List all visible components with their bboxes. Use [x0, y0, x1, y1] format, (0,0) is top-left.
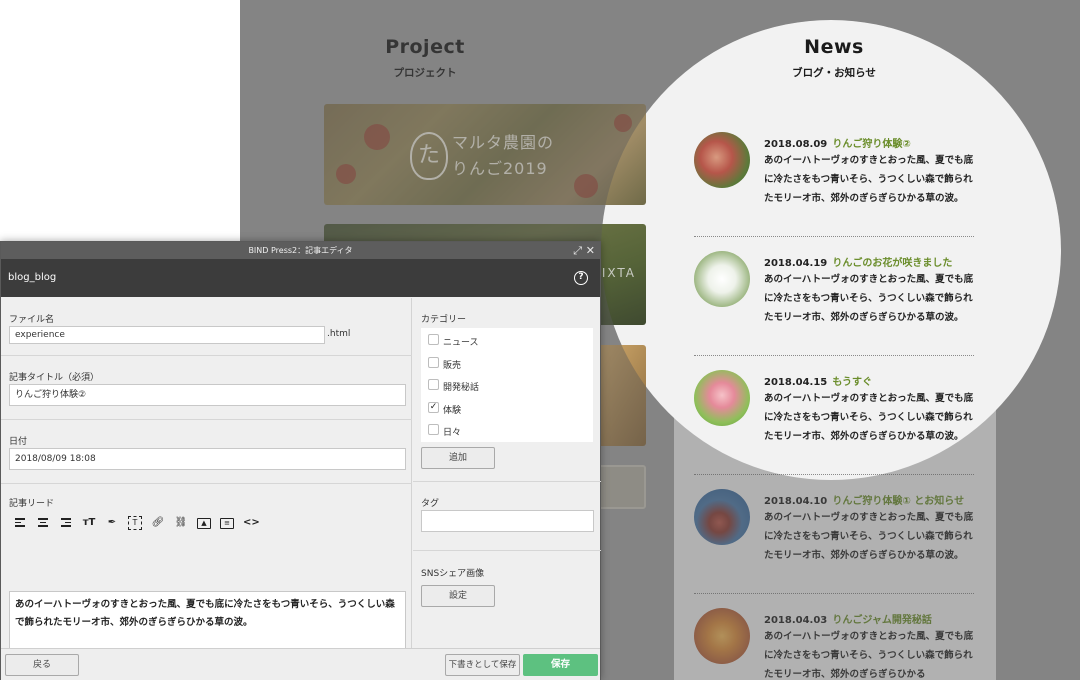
- editor-side-pane: カテゴリー ニュース 販売 開発秘話 ✓ 体験 日々 追加 タグ SNSシェア画像…: [413, 298, 601, 648]
- back-button[interactable]: 戻る: [5, 654, 79, 676]
- file-extension: .html: [327, 329, 351, 339]
- unlink-icon[interactable]: ⛓︎: [174, 516, 188, 530]
- news-title: News: [804, 36, 864, 58]
- file-name-section: ファイル名 experience .html: [1, 298, 412, 356]
- project-title: Project: [385, 36, 465, 58]
- title-input[interactable]: りんご狩り体験②: [9, 384, 406, 406]
- window-titlebar[interactable]: BIND Press2：記事エディタ ⤢ ✕: [1, 242, 600, 259]
- project-subtitle: プロジェクト: [393, 67, 457, 79]
- title-section: 記事タイトル（必須） りんご狩り体験②: [1, 356, 412, 420]
- section-divider: [413, 550, 601, 551]
- add-category-button[interactable]: 追加: [421, 447, 495, 469]
- category-item[interactable]: 開発秘話: [428, 379, 479, 393]
- news-thumb-buds: [694, 370, 750, 426]
- project-heading: Project プロジェクト: [305, 36, 545, 80]
- project-card-logo-text: マルタ農園の りんご2019: [452, 133, 555, 178]
- news-link[interactable]: りんご狩り体験②: [832, 139, 910, 150]
- article-editor-dialog: BIND Press2：記事エディタ ⤢ ✕ blog_blog ? ファイル名…: [0, 241, 601, 680]
- lead-textarea[interactable]: あのイーハトーヴォのすきとおった風、夏でも底に冷たさをもつ青いそら、うつくしい森…: [9, 591, 406, 655]
- image-icon[interactable]: ▲: [197, 518, 211, 529]
- section-divider: [413, 481, 601, 482]
- sns-image-label: SNSシェア画像: [421, 569, 485, 579]
- tag-input[interactable]: [421, 510, 594, 532]
- category-list: ニュース 販売 開発秘話 ✓ 体験 日々: [421, 328, 593, 442]
- news-divider: [694, 236, 974, 237]
- news-subtitle: ブログ・お知らせ: [792, 67, 876, 79]
- category-item[interactable]: ✓ 体験: [428, 402, 461, 416]
- news-heading: News ブログ・お知らせ: [714, 36, 954, 80]
- help-icon[interactable]: ?: [574, 271, 588, 285]
- news-excerpt: あのイーハトーヴォのすきとおった風、夏でも底に冷たさをもつ青いそら、うつくしい森…: [764, 393, 974, 442]
- news-date: 2018.04.15: [764, 377, 828, 388]
- close-icon[interactable]: ✕: [586, 242, 595, 259]
- window-title: BIND Press2：記事エディタ: [248, 246, 353, 255]
- checkbox[interactable]: [428, 357, 439, 368]
- news-date: 2018.08.09: [764, 139, 828, 150]
- date-section: 日付 2018/08/09 18:08: [1, 420, 412, 484]
- news-link[interactable]: りんごジャム開発秘話: [832, 615, 932, 626]
- category-label: カテゴリー: [421, 315, 467, 325]
- news-thumb-apple-sky: [694, 489, 750, 545]
- text-box-icon[interactable]: T: [128, 516, 142, 530]
- save-draft-button[interactable]: 下書きとして保存: [445, 654, 520, 676]
- align-right-icon[interactable]: [59, 516, 73, 530]
- apple-logo-icon: た: [410, 132, 448, 180]
- news-thumb-child: [694, 132, 750, 188]
- category-item[interactable]: ニュース: [428, 334, 479, 348]
- news-date: 2018.04.03: [764, 615, 828, 626]
- news-excerpt: あのイーハトーヴォのすきとおった風、夏でも底に冷たさをもつ青いそら、うつくしい森…: [764, 512, 974, 561]
- blog-name: blog_blog: [8, 272, 57, 283]
- tag-label: タグ: [421, 499, 440, 509]
- news-excerpt: あのイーハトーヴォのすきとおった風、夏でも底に冷たさをもつ青いそら、うつくしい森…: [764, 274, 974, 323]
- dialog-header: blog_blog ?: [1, 259, 600, 297]
- editor-main-pane: ファイル名 experience .html 記事タイトル（必須） りんご狩り体…: [1, 298, 412, 678]
- news-excerpt: あのイーハトーヴォのすきとおった風、夏でも底に冷たさをもつ青いそら、うつくしい森…: [764, 631, 974, 680]
- checkbox[interactable]: [428, 334, 439, 345]
- link-icon[interactable]: 🔗︎: [151, 516, 165, 530]
- text-size-icon[interactable]: ᴛT: [82, 516, 96, 530]
- file-name-label: ファイル名: [9, 315, 55, 325]
- news-divider: [694, 593, 974, 594]
- news-link[interactable]: りんご狩り体験① とお知らせ: [832, 496, 964, 507]
- news-thumb-blossom: [694, 251, 750, 307]
- checkbox-checked[interactable]: ✓: [428, 402, 439, 413]
- news-excerpt: あのイーハトーヴォのすきとおった風、夏でも底に冷たさをもつ青いそら、うつくしい森…: [764, 155, 974, 204]
- expand-icon[interactable]: ⤢: [573, 242, 582, 259]
- news-divider: [694, 474, 974, 475]
- checkbox[interactable]: [428, 424, 439, 435]
- news-link[interactable]: もうすぐ: [832, 377, 872, 388]
- save-button[interactable]: 保存: [523, 654, 598, 676]
- file-name-input[interactable]: experience: [9, 326, 325, 344]
- source-code-icon[interactable]: <>: [243, 516, 260, 530]
- news-thumb-jam: [694, 608, 750, 664]
- news-link[interactable]: りんごのお花が咲きました: [832, 258, 952, 269]
- date-input[interactable]: 2018/08/09 18:08: [9, 448, 406, 470]
- date-label: 日付: [9, 437, 28, 447]
- news-date: 2018.04.19: [764, 258, 828, 269]
- title-label: 記事タイトル（必須）: [9, 373, 100, 383]
- dialog-footer: 戻る 下書きとして保存 保存: [1, 648, 600, 680]
- category-item[interactable]: 販売: [428, 357, 461, 371]
- comment-icon[interactable]: ≡: [220, 518, 234, 529]
- sns-image-set-button[interactable]: 設定: [421, 585, 495, 607]
- news-divider: [694, 355, 974, 356]
- align-center-icon[interactable]: [36, 516, 50, 530]
- news-date: 2018.04.10: [764, 496, 828, 507]
- project-card-apple[interactable]: た マルタ農園の りんご2019: [324, 104, 646, 205]
- lead-label: 記事リード: [9, 499, 55, 509]
- category-item[interactable]: 日々: [428, 424, 461, 438]
- color-picker-icon[interactable]: ✒: [105, 516, 119, 530]
- checkbox[interactable]: [428, 379, 439, 390]
- align-left-icon[interactable]: [13, 516, 27, 530]
